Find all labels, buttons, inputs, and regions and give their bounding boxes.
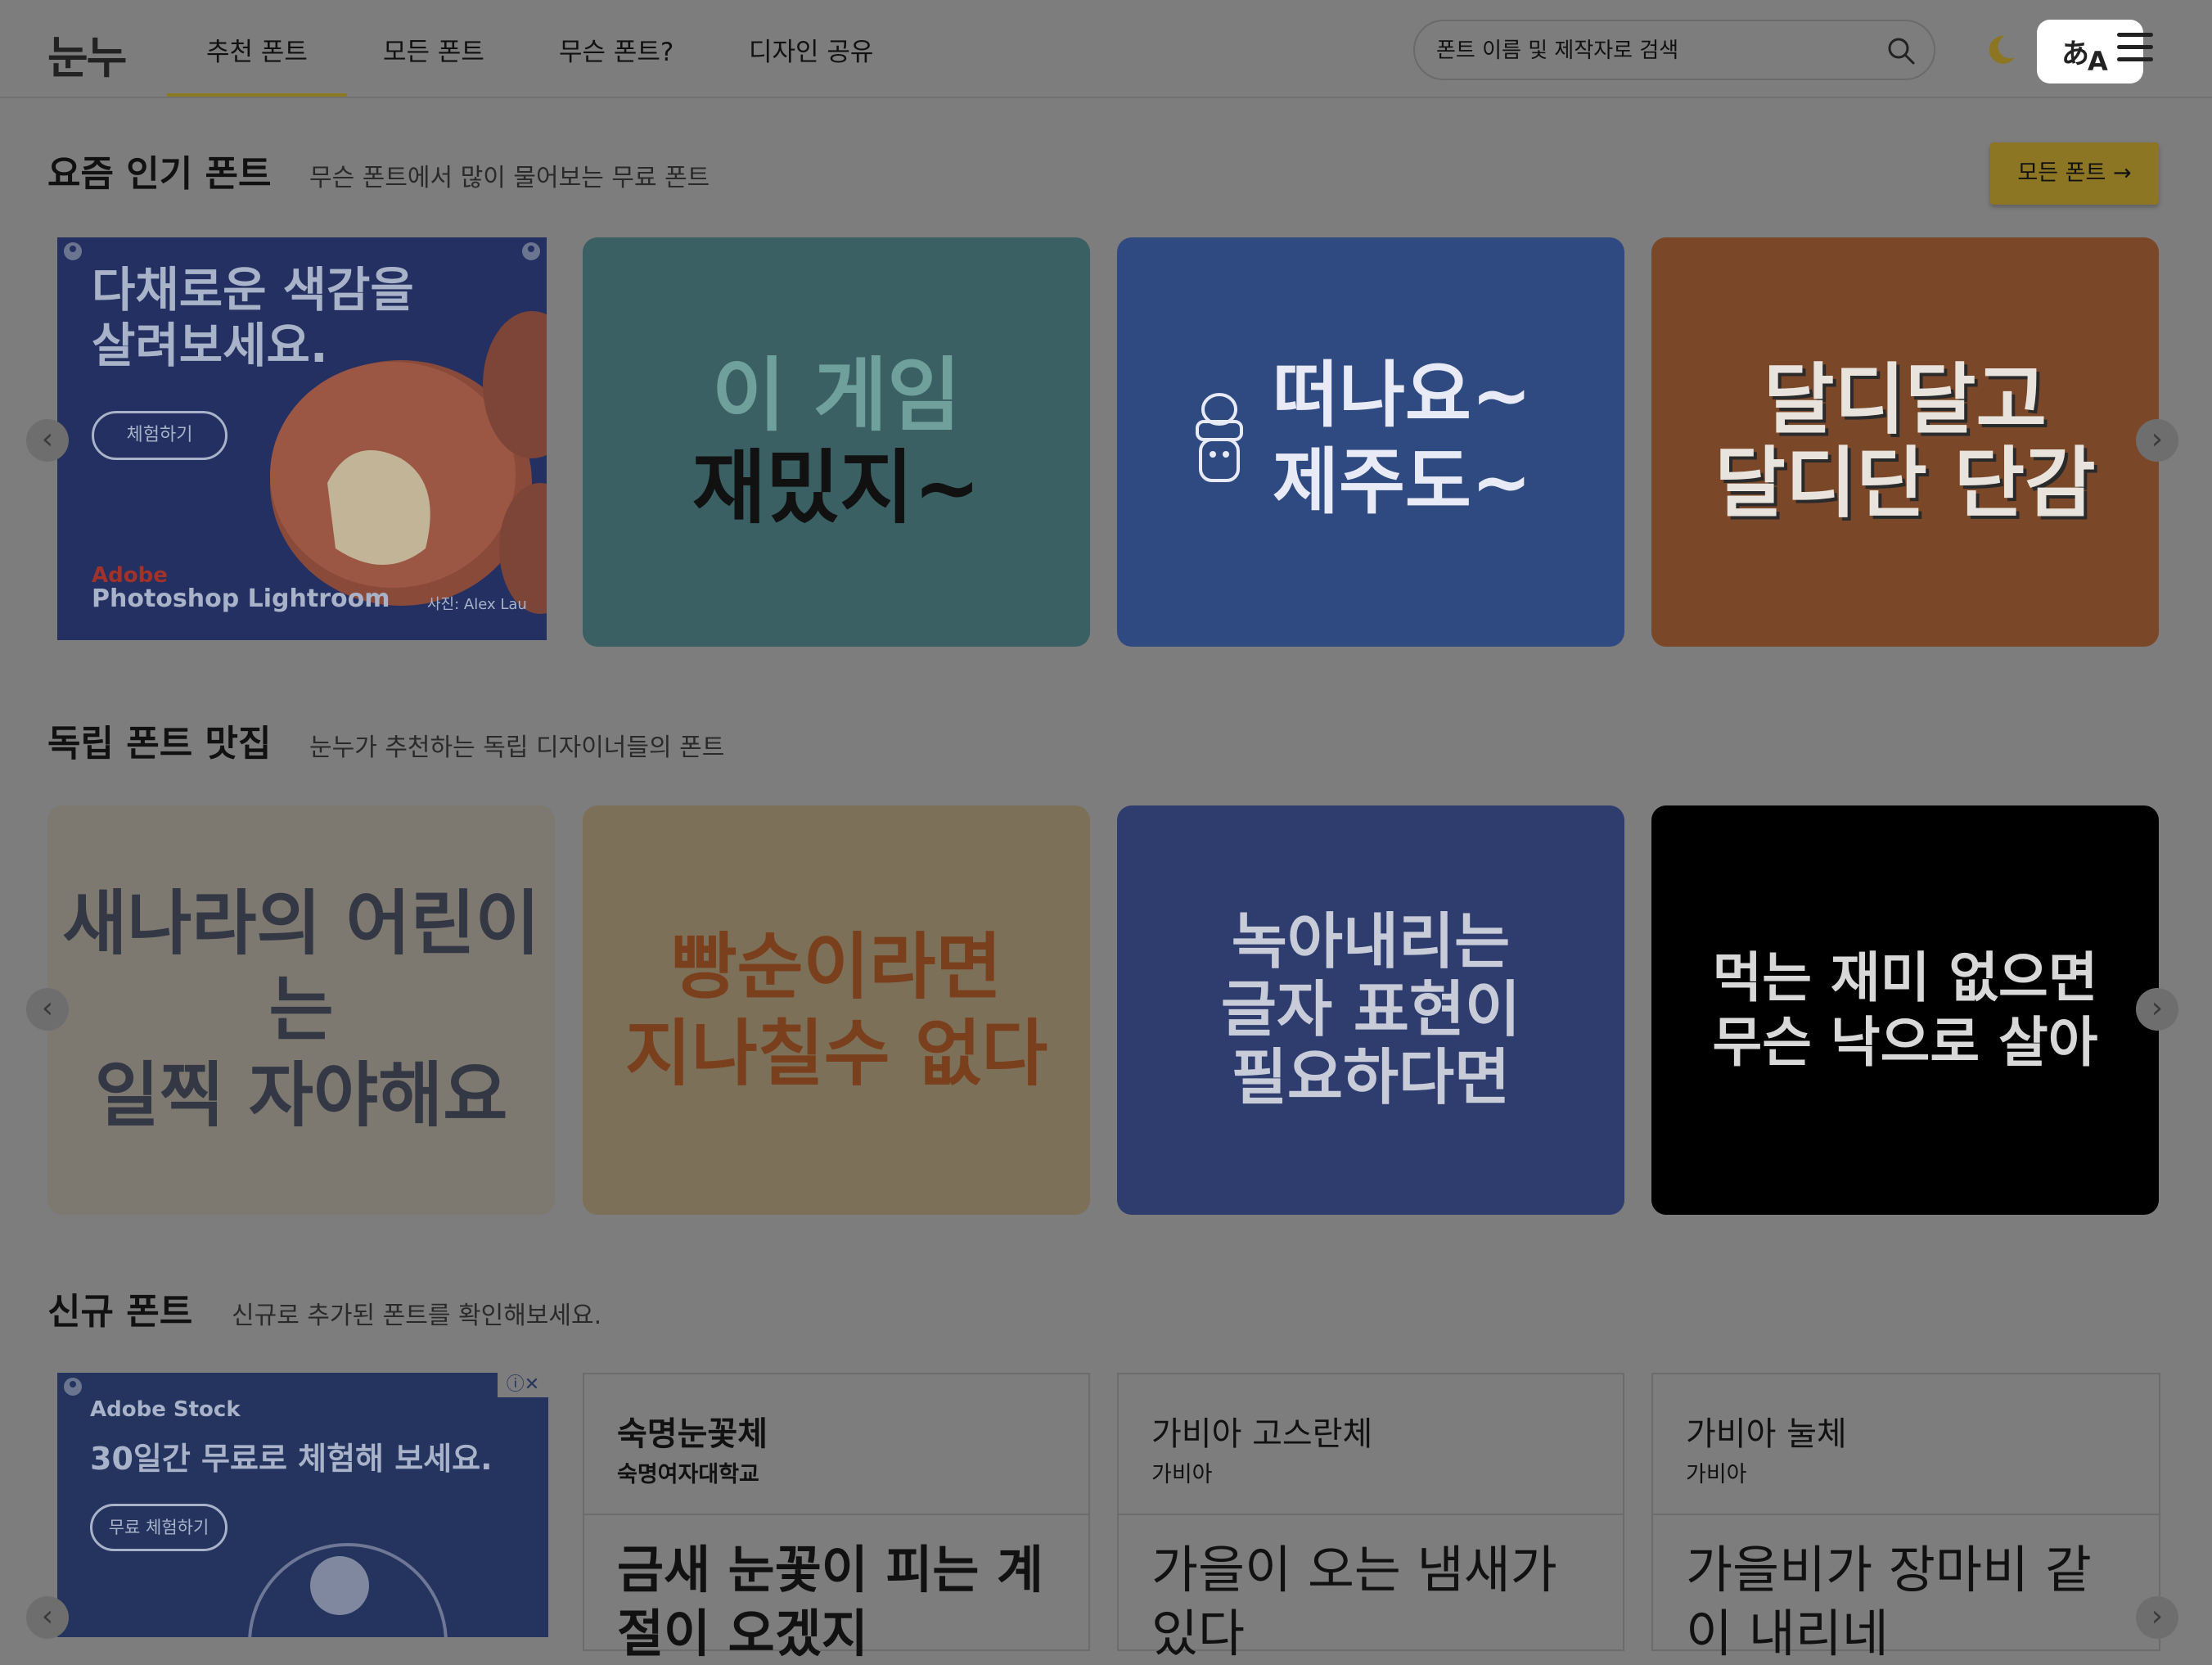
page: 눈누 추천 폰트 모든 폰트 무슨 폰트? 디자인 공유 あ A 요즘 인기 폰… (0, 0, 2212, 1663)
font-sample-text: 가을비가 장마비 같이 내리네 (1686, 1540, 2092, 1663)
card-text-line2: 재밌지~ (692, 441, 981, 535)
font-card-game[interactable]: 이 게임 재밌지~ (583, 237, 1090, 647)
tab-recommended-fonts[interactable]: 추천 폰트 (167, 31, 347, 97)
font-maker: 가비아 (1151, 1462, 1213, 1487)
card-text-line1: 먹는 재미 없으면 (1712, 945, 2098, 1009)
noonnu-logo[interactable]: 눈누 (47, 21, 127, 86)
section-title-new: 신규 폰트 (47, 1291, 193, 1333)
ad-product-name: Photoshop Lightroom (92, 584, 390, 613)
carousel-next-arrow-icon[interactable]: › (2136, 1596, 2178, 1639)
card-text-line2: 달디단 단감 (1714, 439, 2096, 528)
ad-headline-line1: 다채로운 색감을 (92, 262, 414, 318)
card-text-line1: 빵순이라면 (670, 924, 1002, 1009)
carousel-next-arrow-icon[interactable]: › (2136, 419, 2178, 462)
font-name: 숙명눈꽃체 (617, 1415, 768, 1453)
card-text-line2: 지나칠수 없다 (624, 1011, 1048, 1095)
font-card-header: 가비아 고스란체 가비아 (1119, 1374, 1623, 1515)
font-card-header: 가비아 눌체 가비아 (1653, 1374, 2159, 1515)
ad-choices-icon[interactable] (62, 241, 83, 262)
new-font-card-gabia-nul[interactable]: 가비아 눌체 가비아 가을비가 장마비 같이 내리네 (1651, 1373, 2160, 1663)
carousel-prev-arrow-icon[interactable]: ‹ (26, 988, 69, 1031)
section-title-popular: 요즘 인기 폰트 (47, 153, 272, 195)
ad-photo-credit: 사진: Alex Lau (427, 596, 527, 613)
font-maker: 숙명여자대학교 (617, 1462, 759, 1487)
tab-what-font[interactable]: 무슨 폰트? (559, 31, 674, 97)
ad-stock-brand: Adobe Stock (90, 1397, 241, 1422)
ad-try-button[interactable]: 체험하기 (92, 411, 228, 460)
font-card-jeju[interactable]: 떠나요~ 제주도~ (1117, 237, 1624, 647)
indie-card-bread[interactable]: 빵순이라면 지나칠수 없다 (583, 805, 1090, 1215)
top-navigation-bar: 눈누 추천 폰트 모든 폰트 무슨 폰트? 디자인 공유 あ A (0, 0, 2212, 98)
card-text-line2: 일찍 자야해요 (94, 1054, 508, 1137)
section-subtitle-new: 신규로 추가된 폰트를 확인해보세요. (232, 1302, 602, 1330)
font-name: 가비아 눌체 (1686, 1415, 1847, 1453)
ad-banner-lightroom[interactable]: 다채로운 색감을 살려보세요. 체험하기 Adobe Photoshop Lig… (57, 237, 547, 640)
search-input[interactable] (1435, 33, 1880, 69)
ad-free-trial-button[interactable]: 무료 체험하기 (90, 1504, 228, 1551)
search-box (1413, 20, 1935, 80)
font-card-header: 숙명눈꽃체 숙명여자대학교 (584, 1374, 1088, 1515)
indie-card-eating[interactable]: 먹는 재미 없으면 무슨 낙으로 살아 (1651, 805, 2159, 1215)
section-subtitle-popular: 무슨 폰트에서 많이 물어보는 무료 폰트 (309, 164, 710, 192)
tab-all-fonts[interactable]: 모든 폰트 (383, 31, 484, 97)
card-text-line2: 제주도~ (1273, 439, 1532, 524)
font-sample-text: 금새 눈꽃이 피는 계절이 오겠지 (617, 1540, 1044, 1663)
search-icon[interactable] (1886, 36, 1916, 65)
new-font-card-gabia-gosran[interactable]: 가비아 고스란체 가비아 가을이 오는 냄새가 있다 (1117, 1373, 1624, 1663)
font-card-persimmon[interactable]: 달디달고 달디단 단감 (1651, 237, 2159, 647)
ad-choices-icon[interactable] (62, 1376, 83, 1397)
dark-mode-moon-icon[interactable] (1984, 33, 2018, 67)
font-sample-text: 가을이 오는 냄새가 있다 (1151, 1540, 1557, 1663)
carousel-next-arrow-icon[interactable]: › (2136, 988, 2178, 1031)
new-font-card-sookmyung[interactable]: 숙명눈꽃체 숙명여자대학교 금새 눈꽃이 피는 계절이 오겠지 (583, 1373, 1090, 1663)
ad-headline-line2: 살려보세요. (92, 318, 328, 374)
card-text-line1: 이 게임 (711, 349, 962, 443)
card-text-line1: 떠나요~ (1273, 353, 1532, 437)
translate-icon-latin: A (2088, 46, 2108, 77)
tangerine-character-icon (1196, 393, 1243, 482)
ad-close-icon[interactable]: ⓘ✕ (498, 1373, 548, 1397)
carousel-prev-arrow-icon[interactable]: ‹ (26, 1596, 69, 1639)
card-text-line2: 글자 표현이 (1220, 974, 1521, 1045)
hamburger-menu-icon[interactable] (2117, 33, 2153, 62)
ad-info-icon[interactable] (520, 241, 542, 262)
font-name: 가비아 고스란체 (1151, 1415, 1373, 1453)
indie-card-melting[interactable]: 녹아내리는 글자 표현이 필요하다면 (1117, 805, 1624, 1215)
globe-moon-icon (248, 1543, 448, 1637)
ad-stock-headline: 30일간 무료로 체험해 보세요. (90, 1441, 493, 1477)
carousel-prev-arrow-icon[interactable]: ‹ (26, 419, 69, 462)
card-text-line3: 필요하다면 (1231, 1042, 1511, 1113)
card-text-line2: 무슨 낙으로 살아 (1712, 1011, 2098, 1074)
card-text-line1: 새나라의 어린이는 (62, 882, 540, 1051)
indie-card-kids[interactable]: 새나라의 어린이는 일찍 자야해요 (47, 805, 555, 1215)
section-subtitle-indie: 눈누가 추천하는 독립 디자이너들의 폰트 (309, 733, 725, 762)
ad-banner-adobe-stock[interactable]: Adobe Stock 30일간 무료로 체험해 보세요. 무료 체험하기 ⓘ✕ (57, 1373, 548, 1637)
card-text-line1: 녹아내리는 (1231, 906, 1511, 977)
translate-icon: あ (2061, 38, 2089, 70)
tab-design-share[interactable]: 디자인 공유 (749, 31, 873, 97)
card-text-line1: 달디달고 (1764, 355, 2047, 445)
section-title-indie: 독립 폰트 맛집 (47, 723, 272, 765)
all-fonts-button[interactable]: 모든 폰트 → (1990, 142, 2159, 205)
font-maker: 가비아 (1686, 1462, 1747, 1487)
